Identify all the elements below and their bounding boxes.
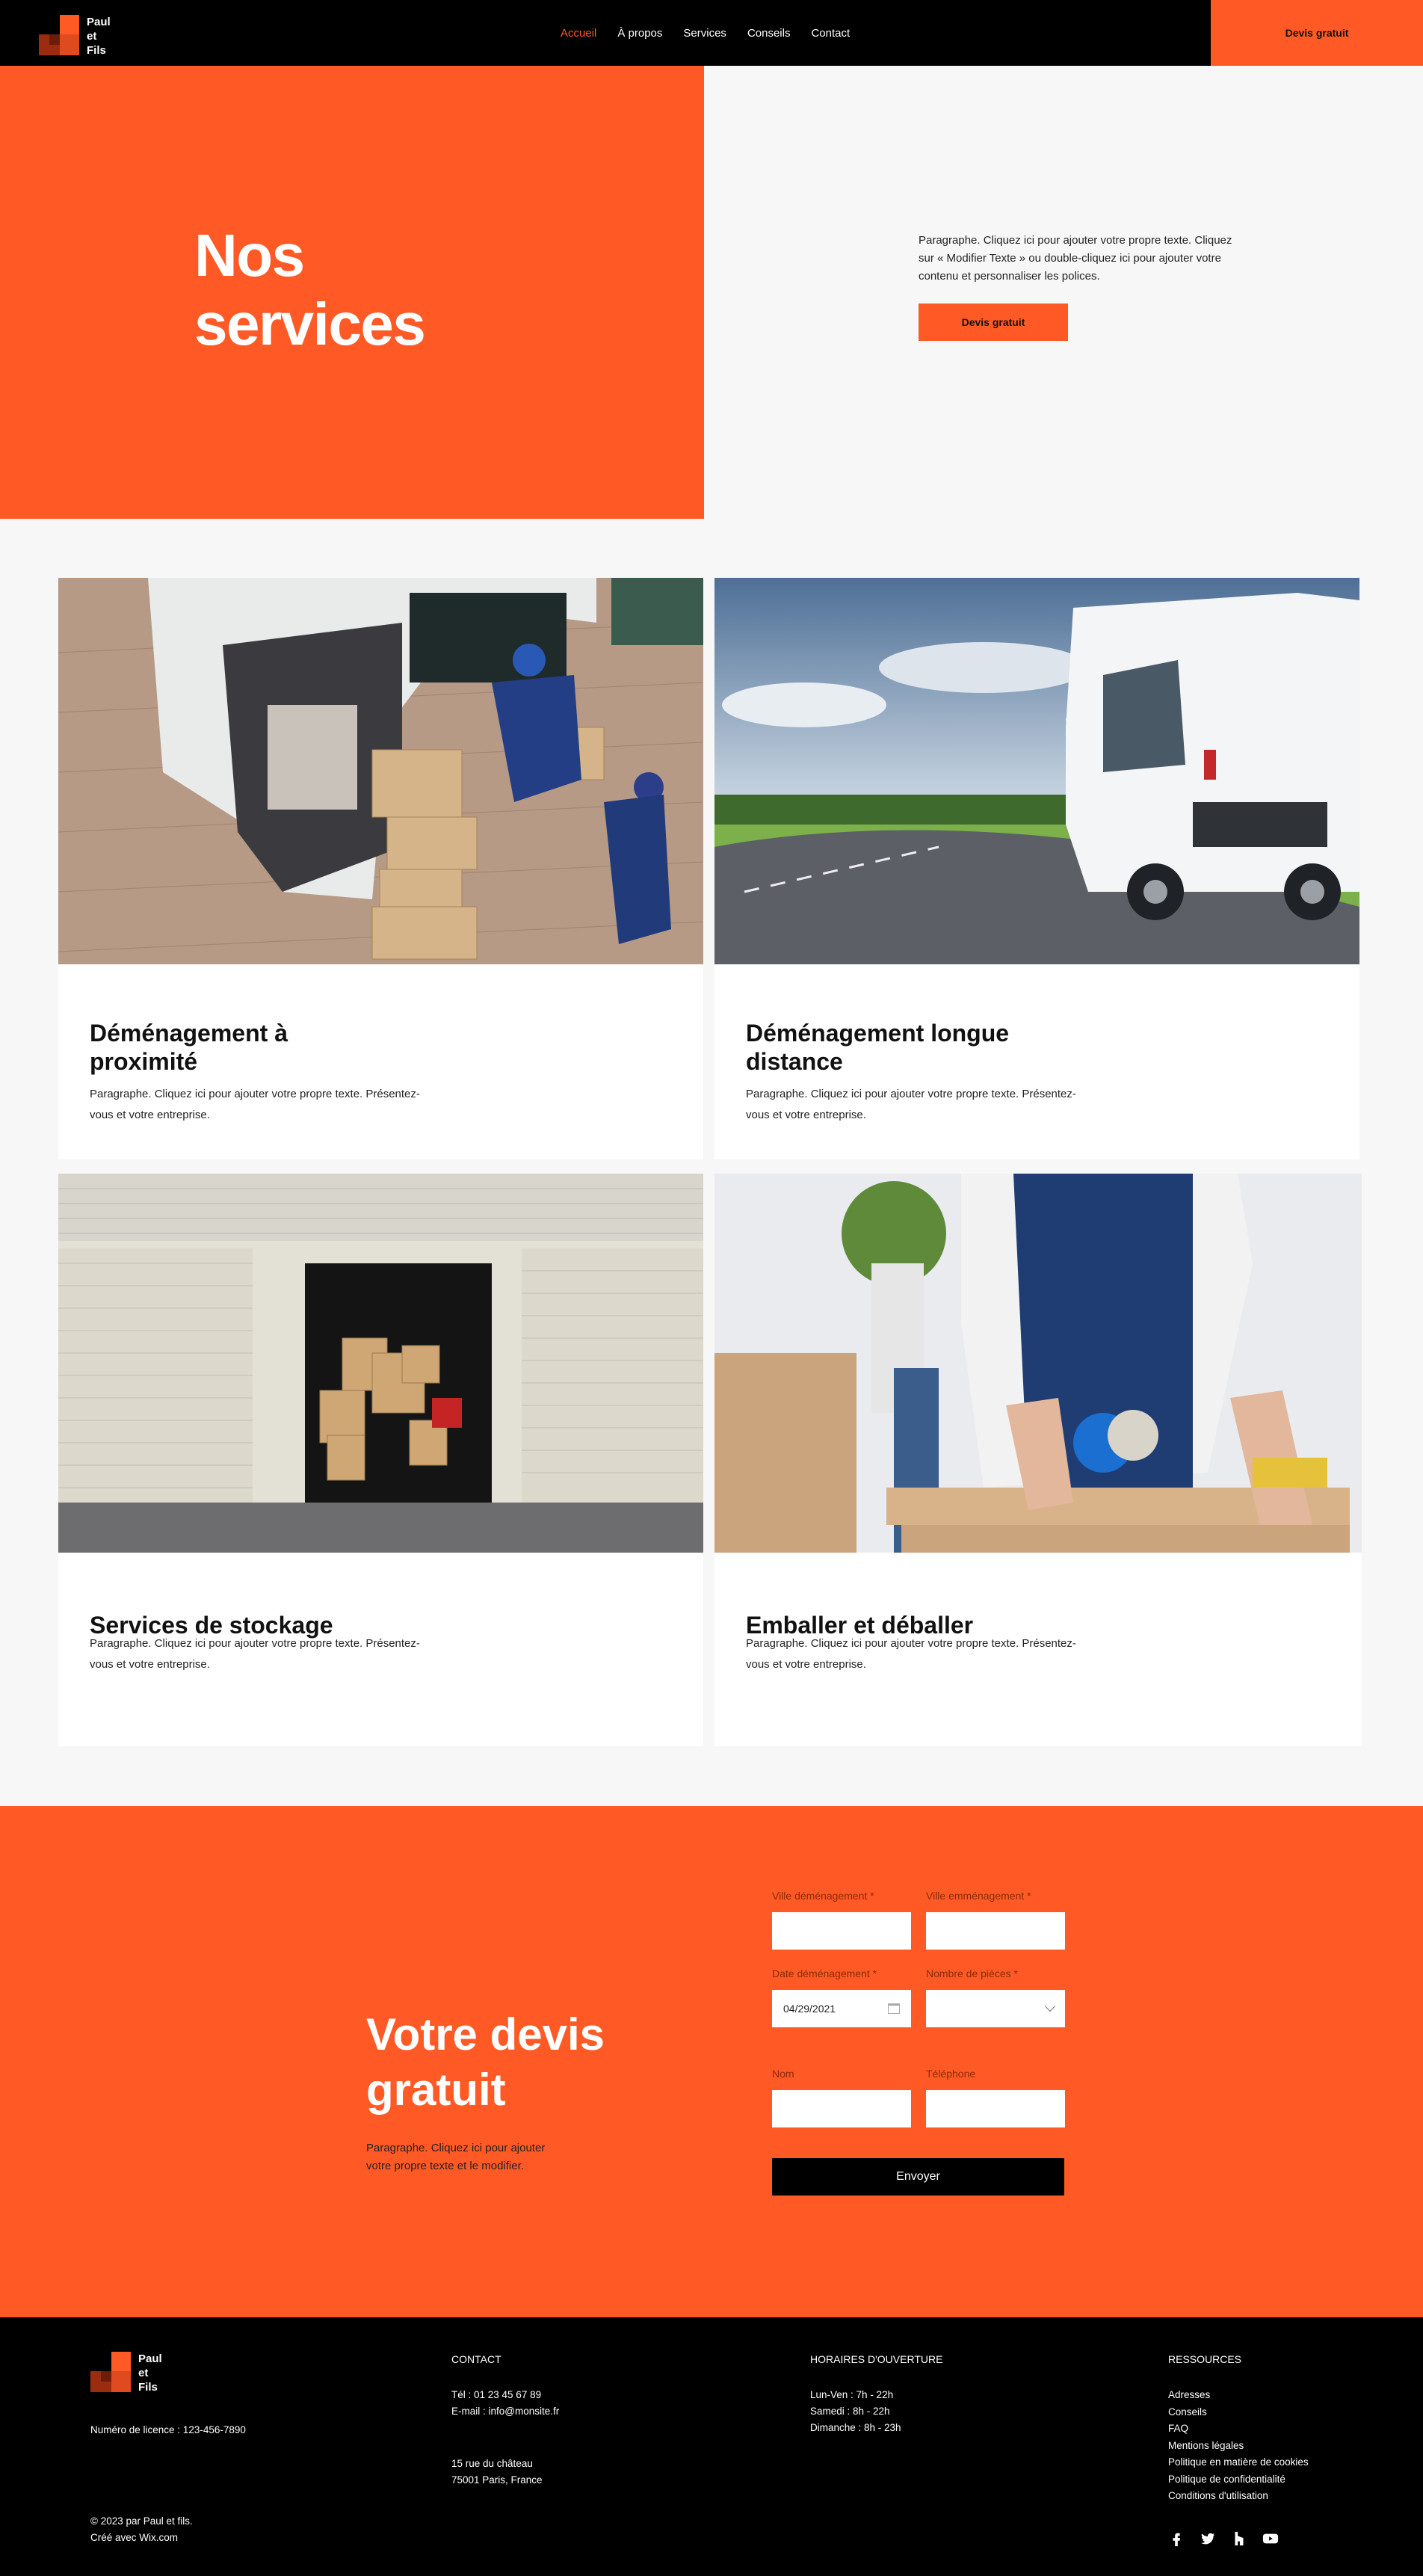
field-label-ville-emmenagement: Ville emménagement *	[926, 1890, 1031, 1902]
nombre-pieces-select[interactable]	[926, 1990, 1065, 2027]
logo-mark	[60, 15, 79, 34]
field-label-nombre-pieces: Nombre de pièces *	[926, 1968, 1018, 1979]
service-card[interactable]: Déménagement à proximité Paragraphe. Cli…	[58, 578, 703, 1159]
calendar-icon[interactable]	[888, 2003, 900, 2014]
ville-demenagement-input[interactable]	[772, 1912, 911, 1950]
ville-emmenagement-input[interactable]	[926, 1912, 1065, 1950]
youtube-icon[interactable]	[1262, 2530, 1279, 2547]
quote-title: Votre devis gratuit	[366, 2009, 605, 2115]
opening-hours: Lun-Ven : 7h - 22h Samedi : 8h - 22h Dim…	[810, 2389, 901, 2433]
service-card[interactable]: Services de stockage Paragraphe. Cliquez…	[58, 1174, 703, 1746]
nav-accueil[interactable]: Accueil	[561, 27, 596, 40]
logo-mark-part	[60, 34, 79, 55]
contact-info: Tél : 01 23 45 67 89 E-mail : info@monsi…	[451, 2389, 560, 2417]
contact-heading: CONTACT	[451, 2353, 501, 2365]
telephone-input[interactable]	[926, 2090, 1065, 2127]
date-demenagement-input[interactable]: 04/29/2021	[772, 1990, 911, 2027]
chevron-down-icon	[1044, 2000, 1056, 2012]
date-value: 04/29/2021	[783, 2003, 836, 2015]
service-description: Paragraphe. Cliquez ici pour ajouter vot…	[90, 1088, 420, 1121]
header-quote-button[interactable]: Devis gratuit	[1211, 0, 1423, 66]
storage-units-photo	[58, 1174, 703, 1553]
nav-conseils[interactable]: Conseils	[747, 27, 791, 40]
service-card[interactable]: Déménagement longue distance Paragraphe.…	[714, 578, 1359, 1159]
field-label-nom: Nom	[772, 2068, 794, 2080]
nav-contact[interactable]: Contact	[811, 27, 850, 40]
service-description: Paragraphe. Cliquez ici pour ajouter vot…	[746, 1637, 1076, 1671]
main-nav: Accueil À propos Services Conseils Conta…	[561, 0, 850, 66]
quote-section	[0, 1806, 1423, 2317]
service-description: Paragraphe. Cliquez ici pour ajouter vot…	[746, 1088, 1076, 1121]
hours-heading: HORAIRES D'OUVERTURE	[810, 2353, 943, 2365]
nav-a-propos[interactable]: À propos	[617, 27, 662, 40]
service-description: Paragraphe. Cliquez ici pour ajouter vot…	[90, 1637, 420, 1671]
licence-number: Numéro de licence : 123-456-7890	[90, 2424, 246, 2435]
footer-link-conseils[interactable]: Conseils	[1168, 2404, 1309, 2421]
twitter-icon[interactable]	[1200, 2530, 1216, 2547]
hero-quote-button[interactable]: Devis gratuit	[919, 303, 1068, 341]
resources-list: Adresses Conseils FAQ Mentions légales P…	[1168, 2387, 1309, 2505]
submit-button[interactable]: Envoyer	[772, 2158, 1064, 2196]
page-title: Nos services	[194, 222, 426, 357]
field-label-ville-demenagement: Ville déménagement *	[772, 1890, 874, 1902]
facebook-icon[interactable]	[1168, 2530, 1185, 2547]
logo-mark-part	[49, 34, 60, 45]
packing-box-tape-photo	[714, 1174, 1362, 1553]
logo-mark-part	[101, 2371, 111, 2382]
footer-link-faq[interactable]: FAQ	[1168, 2421, 1309, 2438]
logo-text: Paul et Fils	[87, 16, 111, 57]
footer-link-mentions-legales[interactable]: Mentions légales	[1168, 2438, 1309, 2455]
service-title: Déménagement à proximité	[90, 1020, 288, 1075]
site-header: Paul et Fils Accueil À propos Services C…	[0, 0, 1423, 66]
service-card[interactable]: Emballer et déballer Paragraphe. Cliquez…	[714, 1174, 1362, 1746]
footer-logo[interactable]: Paul et Fils	[90, 2352, 180, 2394]
white-van-on-road-photo	[714, 578, 1359, 964]
footer-link-adresses[interactable]: Adresses	[1168, 2387, 1309, 2404]
logo-text: Paul et Fils	[138, 2352, 162, 2394]
site-logo[interactable]: Paul et Fils	[39, 15, 129, 57]
footer-link-conditions[interactable]: Conditions d'utilisation	[1168, 2488, 1309, 2505]
hero-paragraph: Paragraphe. Cliquez ici pour ajouter vot…	[919, 234, 1232, 283]
quote-paragraph: Paragraphe. Cliquez ici pour ajouter vot…	[366, 2142, 546, 2172]
movers-loading-van-photo	[58, 578, 703, 964]
copyright: © 2023 par Paul et fils. Créé avec Wix.c…	[90, 2515, 193, 2543]
logo-mark-part	[111, 2371, 131, 2392]
resources-heading: RESSOURCES	[1168, 2353, 1242, 2365]
address: 15 rue du château 75001 Paris, France	[451, 2458, 543, 2486]
nav-services[interactable]: Services	[683, 27, 726, 40]
logo-mark	[111, 2352, 131, 2371]
houzz-icon[interactable]	[1231, 2530, 1247, 2547]
field-label-date-demenagement: Date déménagement *	[772, 1968, 877, 1979]
social-links	[1168, 2530, 1279, 2547]
footer-link-confidentialite[interactable]: Politique de confidentialité	[1168, 2471, 1309, 2489]
nom-input[interactable]	[772, 2090, 911, 2127]
service-title: Déménagement longue distance	[746, 1020, 1010, 1075]
footer-link-cookies[interactable]: Politique en matière de cookies	[1168, 2454, 1309, 2471]
field-label-telephone: Téléphone	[926, 2068, 976, 2080]
